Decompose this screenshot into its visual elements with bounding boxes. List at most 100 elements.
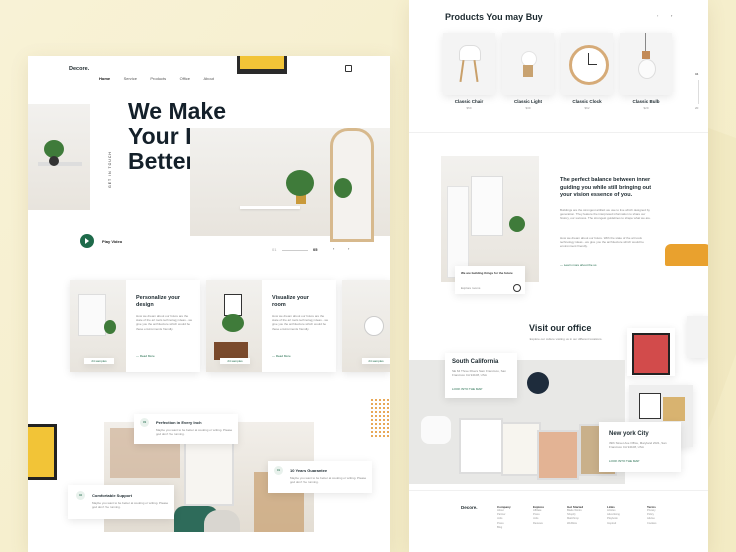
sofa-image — [665, 244, 708, 266]
footer-logo[interactable]: Decore. — [461, 505, 478, 510]
landing-page-right: Products You may Buy ‹ › Classic Chair $… — [409, 0, 708, 552]
office-subtitle: Explore our culture visiting us in our d… — [529, 337, 603, 341]
next-arrow-icon[interactable]: › — [348, 246, 349, 251]
slide-total: 05 — [313, 247, 318, 252]
footer-col-explore: Explore Affiliate Press Jobs Reviews — [533, 505, 545, 525]
product-name: Classic Light — [513, 99, 542, 104]
product-classic-clock[interactable]: Classic Clock $62 — [561, 33, 613, 110]
feature-title: 10 Years Guarantee — [290, 468, 328, 473]
footer-col-company: Company About Partner Jobs Press Blog — [497, 505, 511, 529]
nav-products[interactable]: Products — [150, 76, 166, 81]
feature-body: Maybe you want to be better at cooking o… — [92, 501, 169, 510]
office-art-1 — [627, 328, 675, 376]
location-address: 39th Street Ave Office, Maryland 2021, S… — [609, 441, 667, 450]
feature-number: 03 — [140, 418, 149, 427]
pager-current: 04 — [695, 72, 699, 76]
slide-progress — [282, 250, 308, 251]
map-link[interactable]: LOOK INTO THE MAP — [452, 387, 482, 391]
nav-about[interactable]: About — [203, 76, 213, 81]
building-caption-card: We are building things for the future Ex… — [455, 266, 525, 294]
learn-more-link[interactable]: — Learn more ahout the us — [560, 263, 597, 267]
location-name: South California — [452, 359, 499, 365]
hero-main-image — [190, 128, 390, 242]
main-nav: Home Service Products Office About — [99, 67, 223, 85]
product-name: Classic Bulb — [632, 99, 660, 104]
pager-track — [698, 80, 699, 104]
product-classic-chair[interactable]: Classic Chair $59 — [443, 33, 495, 110]
products-next-icon[interactable]: › — [671, 13, 672, 18]
nav-home[interactable]: Home — [99, 76, 110, 81]
caption-text: We are building things for the future — [461, 271, 513, 275]
dot-pattern — [370, 398, 390, 438]
read-more-link[interactable]: — Read More — [272, 354, 291, 358]
hero-side-image — [28, 104, 90, 210]
feature-body: Maybe you want to be better at cooking o… — [156, 428, 233, 437]
play-video-button[interactable] — [80, 234, 94, 248]
feature-card-perfection: 03 Perfection in Every Inch Maybe you wa… — [134, 414, 238, 444]
card-body: How we dream about our future are the st… — [272, 314, 329, 331]
wall-art-frame-yellow — [28, 424, 57, 480]
feature-card-support: 02 Comfortable Support Maybe you want to… — [68, 485, 174, 519]
prev-arrow-icon[interactable]: ‹ — [333, 246, 334, 251]
card-third[interactable]: 24 samples — [342, 280, 390, 372]
feature-card-guarantee: 01 10 Years Guarantee Maybe you want to … — [268, 461, 372, 493]
samples-badge: 24 samples — [220, 358, 250, 364]
product-price: $62 — [584, 106, 590, 110]
play-icon — [85, 238, 89, 244]
product-price: $39 — [525, 106, 531, 110]
map-link[interactable]: LOOK INTO THE MAP — [609, 459, 639, 463]
location-name: New york City — [609, 431, 649, 437]
landing-page-left: Decore. Home Service Products Office Abo… — [28, 56, 390, 552]
products-prev-icon[interactable]: ‹ — [657, 13, 658, 18]
samples-badge: 24 samples — [84, 358, 114, 364]
product-classic-bulb[interactable]: Classic Bulb $29 — [620, 33, 672, 110]
office-photo — [409, 360, 625, 484]
card-title: Visualize your room — [272, 295, 309, 308]
footer-col-links: Links Articles Advertising Playbook Insp… — [607, 505, 620, 525]
product-price: $59 — [466, 106, 472, 110]
footer-col-get-started: Get Started Blade Works Shopify Mailchim… — [567, 505, 584, 525]
feature-body: Maybe you want to be better at cooking o… — [290, 476, 367, 485]
feature-number: 01 — [274, 466, 283, 475]
footer-col-terms: Terms Privacy Policy Advise Cookies — [647, 505, 657, 525]
office-art-2 — [687, 316, 708, 358]
divider — [409, 132, 708, 133]
feature-title: Perfection in Every Inch — [156, 420, 202, 425]
product-image — [561, 33, 613, 95]
arrow-circle-icon[interactable] — [513, 284, 521, 292]
balance-heading: The perfect balance between inner guidin… — [560, 177, 652, 198]
location-card-south-california[interactable]: South California SE 64 Three Rivers Sam … — [445, 353, 517, 398]
feature-title: Comfortable Support — [92, 493, 132, 498]
location-card-new-york[interactable]: New york City 39th Street Ave Office, Ma… — [599, 422, 681, 472]
slide-current: 01 — [272, 247, 277, 252]
card-personalize[interactable]: Personalize your design How we dream abou… — [70, 280, 200, 372]
balance-body-1: Buildings are the strongest artifact we … — [560, 208, 651, 221]
product-classic-light[interactable]: Classic Light $39 — [502, 33, 554, 110]
product-name: Classic Chair — [454, 99, 484, 104]
nav-office[interactable]: Office — [180, 76, 190, 81]
wall-art-frame — [237, 56, 287, 74]
caption-link[interactable]: Explore rooms — [461, 286, 480, 290]
bag-icon[interactable] — [345, 65, 352, 72]
card-visualize[interactable]: Visualize your room How we dream about ou… — [206, 280, 336, 372]
product-price: $29 — [643, 106, 649, 110]
office-heading: Visit our office — [529, 323, 592, 333]
samples-badge: 24 samples — [362, 358, 390, 364]
products-heading: Products You may Buy — [445, 12, 543, 22]
balance-image — [441, 156, 539, 282]
pager-total: 20 — [695, 106, 699, 110]
feature-number: 02 — [76, 491, 85, 500]
location-address: SE 64 Three Rivers Sam Francisco, San Fr… — [452, 369, 506, 378]
product-image — [443, 33, 495, 95]
nav-service[interactable]: Service — [124, 76, 137, 81]
read-more-link[interactable]: — Read More — [136, 354, 155, 358]
card-title: Personalize your design — [136, 295, 181, 308]
product-image — [620, 33, 672, 95]
logo[interactable]: Decore. — [69, 66, 89, 72]
balance-body-2: How we dream about our future. With the … — [560, 236, 644, 249]
product-name: Classic Clock — [572, 99, 602, 104]
get-in-touch-vertical[interactable]: GET IN TOUCH — [108, 151, 112, 188]
footer-divider — [409, 490, 708, 491]
card-body: How we dream about our future are the st… — [136, 314, 193, 331]
play-video-label[interactable]: Play Video — [102, 239, 122, 244]
